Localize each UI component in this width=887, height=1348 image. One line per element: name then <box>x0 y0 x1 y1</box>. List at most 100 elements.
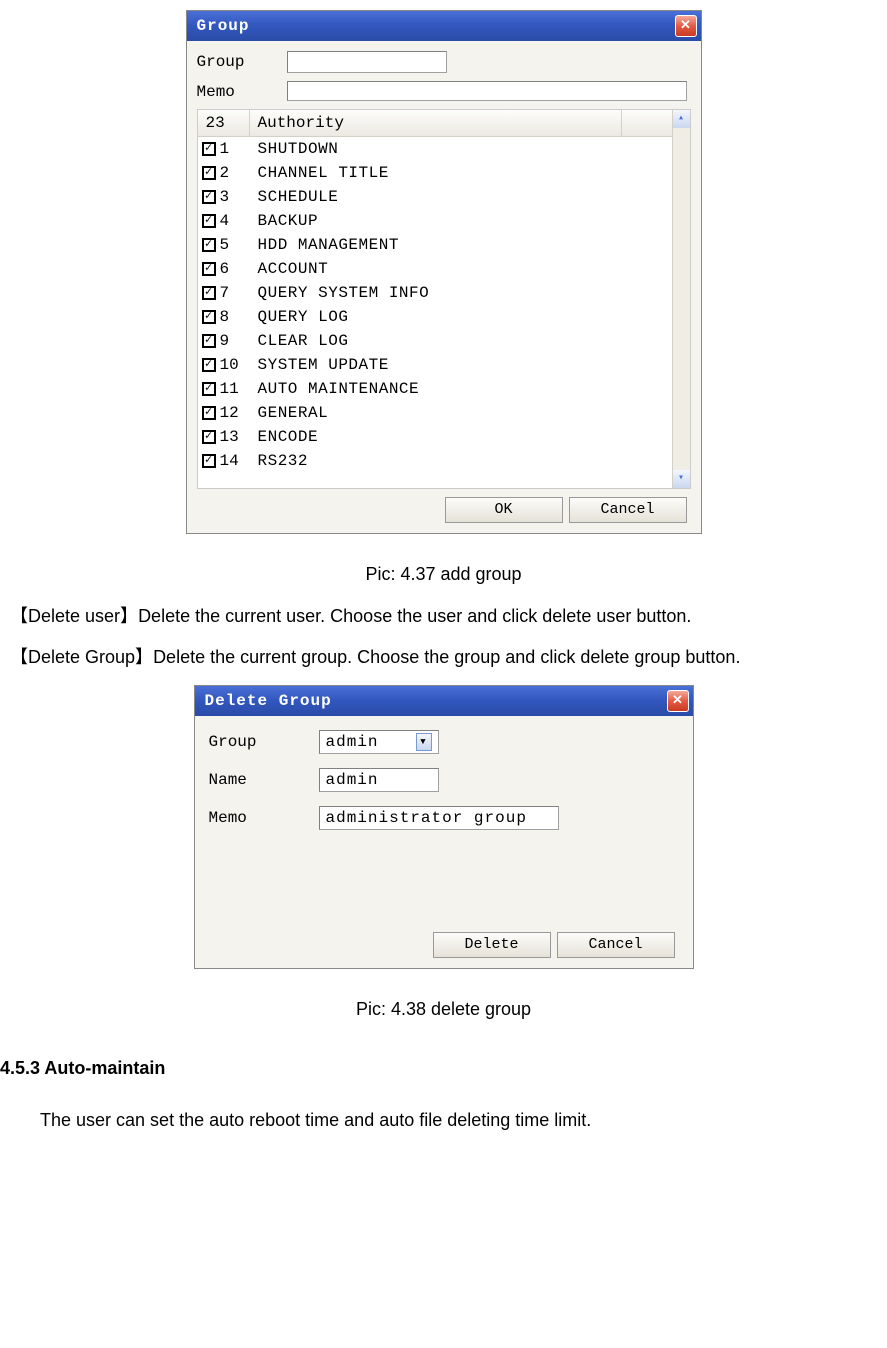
scroll-up-icon[interactable]: ▴ <box>673 110 690 128</box>
dialog-title: Group <box>197 17 250 35</box>
row-number: 8 <box>220 308 258 326</box>
name-row: Name admin <box>209 768 679 792</box>
row-label: SHUTDOWN <box>258 140 668 158</box>
cancel-button[interactable]: Cancel <box>557 932 675 958</box>
memo-row: Memo <box>197 81 691 101</box>
group-label: Group <box>197 51 287 71</box>
row-label: SCHEDULE <box>258 188 668 206</box>
row-number: 1 <box>220 140 258 158</box>
bracket-delete-user: 【Delete user】 <box>10 606 138 626</box>
authority-rows: 1SHUTDOWN2CHANNEL TITLE3SCHEDULE4BACKUP5… <box>198 137 672 473</box>
titlebar: Delete Group ✕ <box>195 686 693 716</box>
row-label: HDD MANAGEMENT <box>258 236 668 254</box>
checkbox[interactable] <box>202 358 216 372</box>
row-number: 12 <box>220 404 258 422</box>
group-combo-value: admin <box>326 733 379 751</box>
para-delete-user: 【Delete user】Delete the current user. Ch… <box>10 603 877 630</box>
row-label: ENCODE <box>258 428 668 446</box>
text-delete-group: Delete the current group. Choose the gro… <box>153 647 740 667</box>
authority-list: 23 Authority 1SHUTDOWN2CHANNEL TITLE3SCH… <box>197 109 691 489</box>
memo-input[interactable] <box>287 81 687 101</box>
checkbox[interactable] <box>202 262 216 276</box>
authority-row: 9CLEAR LOG <box>198 329 672 353</box>
row-number: 9 <box>220 332 258 350</box>
authority-row: 5HDD MANAGEMENT <box>198 233 672 257</box>
checkbox[interactable] <box>202 430 216 444</box>
caption-delete-group: Pic: 4.38 delete group <box>0 999 887 1020</box>
authority-content: 23 Authority 1SHUTDOWN2CHANNEL TITLE3SCH… <box>198 110 672 488</box>
checkbox[interactable] <box>202 142 216 156</box>
memo-display: administrator group <box>319 806 559 830</box>
header-count: 23 <box>198 110 250 136</box>
row-number: 4 <box>220 212 258 230</box>
checkbox[interactable] <box>202 166 216 180</box>
row-label: SYSTEM UPDATE <box>258 356 668 374</box>
row-number: 2 <box>220 164 258 182</box>
authority-row: 2CHANNEL TITLE <box>198 161 672 185</box>
dialog-body: Group Memo 23 Authority 1SHUTDOWN2CHANNE… <box>187 41 701 533</box>
row-label: BACKUP <box>258 212 668 230</box>
checkbox[interactable] <box>202 406 216 420</box>
authority-row: 7QUERY SYSTEM INFO <box>198 281 672 305</box>
group-label: Group <box>209 733 319 751</box>
checkbox[interactable] <box>202 190 216 204</box>
memo-label: Memo <box>209 809 319 827</box>
authority-row: 11AUTO MAINTENANCE <box>198 377 672 401</box>
header-authority: Authority <box>250 110 622 136</box>
authority-row: 4BACKUP <box>198 209 672 233</box>
authority-row: 13ENCODE <box>198 425 672 449</box>
checkbox[interactable] <box>202 382 216 396</box>
row-number: 11 <box>220 380 258 398</box>
authority-header: 23 Authority <box>198 110 672 137</box>
row-label: RS232 <box>258 452 668 470</box>
caption-add-group: Pic: 4.37 add group <box>0 564 887 585</box>
row-label: CLEAR LOG <box>258 332 668 350</box>
chevron-down-icon[interactable]: ▼ <box>416 733 432 751</box>
row-number: 13 <box>220 428 258 446</box>
ok-button[interactable]: OK <box>445 497 563 523</box>
group-dialog: Group ✕ Group Memo 23 Authority 1SHUTDOW… <box>186 10 702 534</box>
scroll-down-icon[interactable]: ▾ <box>673 470 690 488</box>
button-row: OK Cancel <box>197 489 691 525</box>
dialog-title: Delete Group <box>205 692 332 710</box>
checkbox[interactable] <box>202 286 216 300</box>
text-delete-user: Delete the current user. Choose the user… <box>138 606 691 626</box>
name-label: Name <box>209 771 319 789</box>
checkbox[interactable] <box>202 214 216 228</box>
row-label: QUERY LOG <box>258 308 668 326</box>
button-row: Delete Cancel <box>209 924 679 960</box>
titlebar: Group ✕ <box>187 11 701 41</box>
memo-row: Memo administrator group <box>209 806 679 830</box>
row-number: 10 <box>220 356 258 374</box>
delete-button[interactable]: Delete <box>433 932 551 958</box>
group-input[interactable] <box>287 51 447 73</box>
row-number: 3 <box>220 188 258 206</box>
group-combo[interactable]: admin ▼ <box>319 730 439 754</box>
para-delete-group: 【Delete Group】Delete the current group. … <box>10 644 877 671</box>
section-body: The user can set the auto reboot time an… <box>40 1107 877 1134</box>
name-display: admin <box>319 768 439 792</box>
row-label: AUTO MAINTENANCE <box>258 380 668 398</box>
checkbox[interactable] <box>202 334 216 348</box>
checkbox[interactable] <box>202 310 216 324</box>
row-number: 14 <box>220 452 258 470</box>
authority-row: 6ACCOUNT <box>198 257 672 281</box>
row-number: 7 <box>220 284 258 302</box>
bracket-delete-group: 【Delete Group】 <box>10 647 153 667</box>
close-icon[interactable]: ✕ <box>667 690 689 712</box>
section-auto-maintain: 4.5.3 Auto-maintain <box>0 1058 887 1079</box>
dialog-body: Group admin ▼ Name admin Memo administra… <box>195 716 693 968</box>
close-icon[interactable]: ✕ <box>675 15 697 37</box>
scrollbar[interactable]: ▴ ▾ <box>672 110 690 488</box>
header-empty <box>622 110 672 136</box>
row-label: CHANNEL TITLE <box>258 164 668 182</box>
cancel-button[interactable]: Cancel <box>569 497 687 523</box>
row-label: ACCOUNT <box>258 260 668 278</box>
memo-label: Memo <box>197 81 287 101</box>
checkbox[interactable] <box>202 238 216 252</box>
group-row: Group admin ▼ <box>209 730 679 754</box>
row-number: 6 <box>220 260 258 278</box>
row-label: GENERAL <box>258 404 668 422</box>
checkbox[interactable] <box>202 454 216 468</box>
authority-row: 3SCHEDULE <box>198 185 672 209</box>
